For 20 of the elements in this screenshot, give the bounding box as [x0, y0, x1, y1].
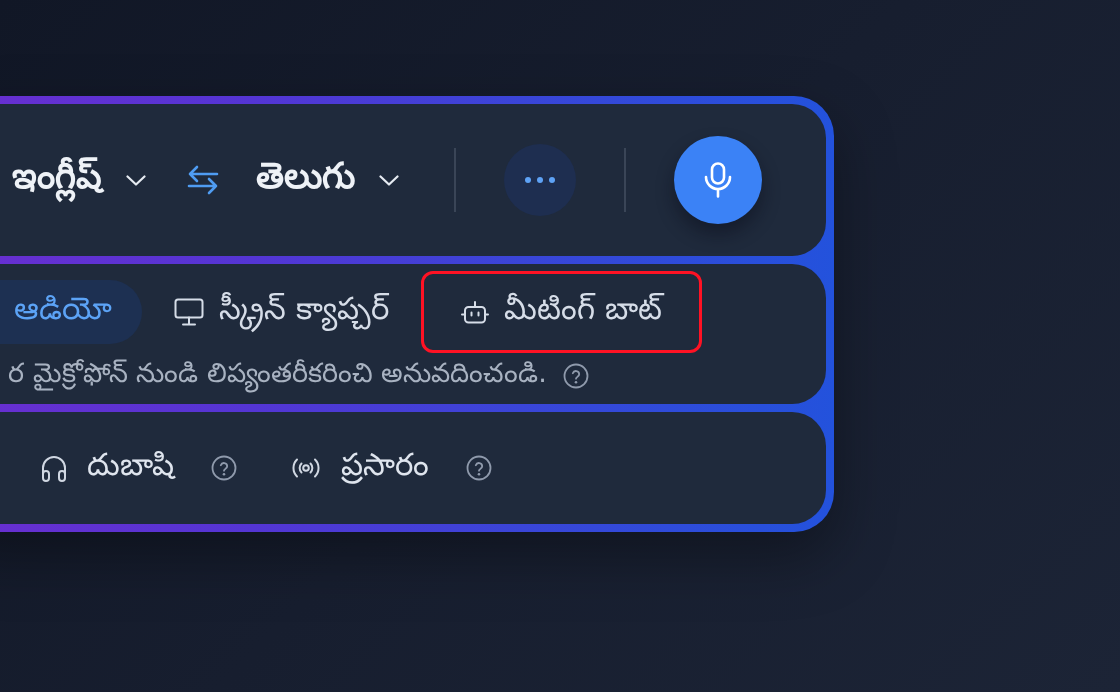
source-language-select[interactable]: ఇంగ్లీష్ [12, 151, 146, 209]
feature-button[interactable]: దుబాషి [41, 446, 177, 490]
microphone-icon [703, 162, 733, 198]
capture-mode-tab[interactable]: మీటింగ్ బాట్ [436, 280, 686, 344]
robot-icon [460, 300, 489, 324]
monitor-icon [174, 298, 204, 326]
help-icon[interactable] [562, 363, 589, 389]
capture-mode-tab[interactable]: ఆడియో [0, 280, 142, 344]
help-icon[interactable] [466, 455, 492, 481]
more-icon [525, 177, 555, 183]
target-language-select[interactable]: తెలుగు [256, 151, 399, 209]
chevron-down-icon [379, 174, 399, 186]
broadcast-icon [291, 457, 321, 479]
swap-arrows-icon[interactable] [187, 165, 219, 195]
feature-button[interactable]: ప్రసారం [291, 446, 432, 490]
headphones-icon [41, 454, 67, 482]
help-icon[interactable] [211, 455, 237, 481]
capture-mode-tab[interactable]: స్క్రీన్ క్యాప్చర్ [150, 280, 413, 344]
chevron-down-icon [126, 174, 146, 186]
description-text: ర మైక్రోఫోన్ నుండి లిప్యంతరీకరించి అనువదించండి. [8, 357, 549, 395]
